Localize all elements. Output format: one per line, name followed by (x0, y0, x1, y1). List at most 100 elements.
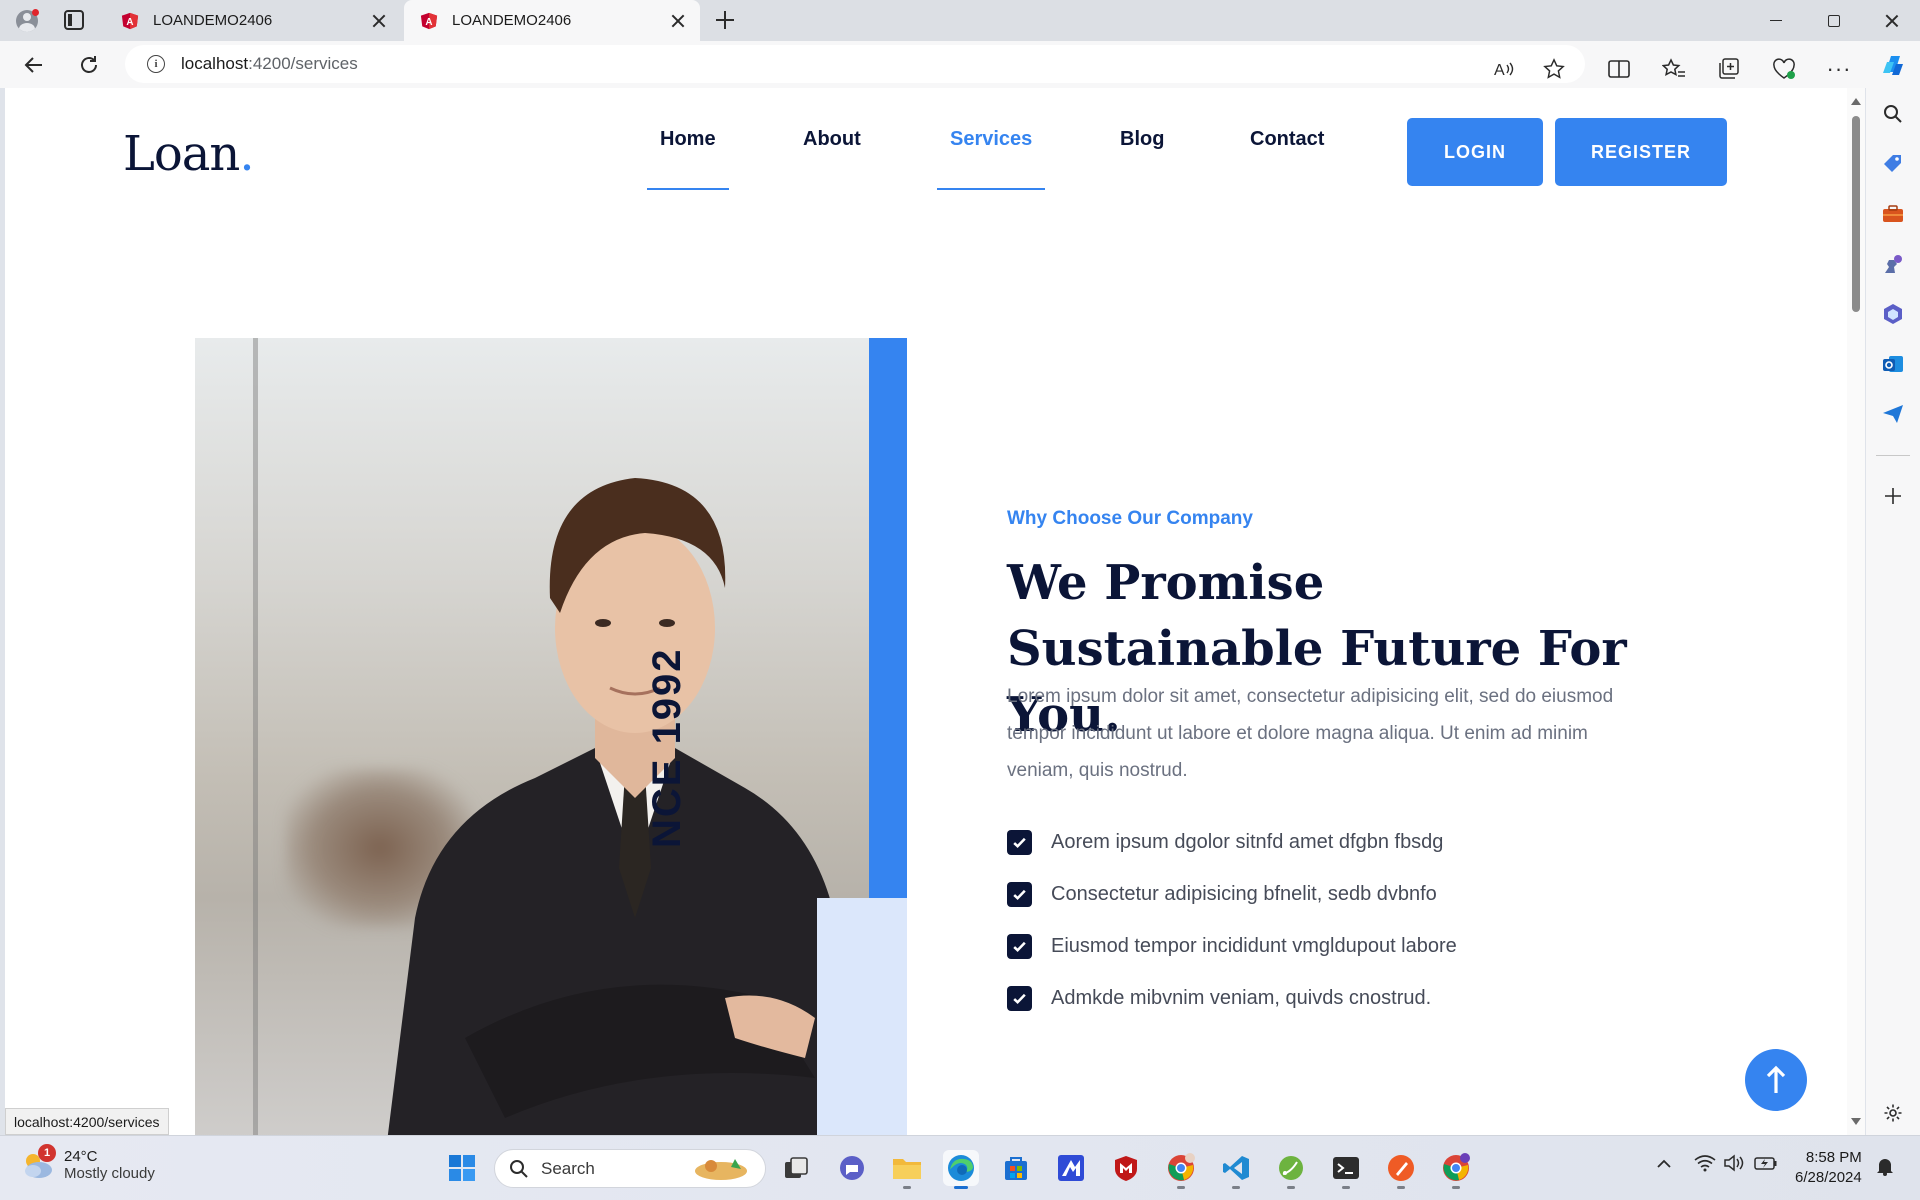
power-automate-icon[interactable] (1053, 1150, 1089, 1186)
tab-close-icon[interactable] (668, 11, 688, 31)
cloud-sun-icon: 1 (20, 1144, 56, 1180)
browser-tab-active[interactable]: A LOANDEMO2406 (404, 0, 700, 41)
since-year-label: NCE 1992 (645, 647, 689, 848)
copilot-icon[interactable] (1879, 51, 1907, 79)
mcafee-icon[interactable] (1108, 1150, 1144, 1186)
profile-avatar-icon[interactable] (12, 6, 42, 36)
windows-start-icon[interactable] (444, 1150, 480, 1186)
restore-window-button[interactable] (1806, 0, 1862, 41)
arrow-up-icon (1766, 1065, 1786, 1093)
clock-time: 8:58 PM (1805, 1149, 1862, 1166)
volume-icon[interactable] (1723, 1154, 1745, 1176)
add-icon[interactable] (1879, 482, 1907, 510)
weather-badge: 1 (38, 1144, 56, 1162)
nav-blog[interactable]: Blog (1120, 128, 1164, 151)
sidebar-divider (1876, 455, 1910, 456)
show-hidden-icons-chevron-icon[interactable] (1656, 1156, 1672, 1173)
teams-chat-icon[interactable] (834, 1150, 870, 1186)
file-explorer-icon[interactable] (889, 1150, 925, 1189)
refresh-icon[interactable] (74, 50, 104, 80)
checkmark-icon (1007, 829, 1032, 855)
checklist-item: Eiusmod tempor incididunt vmgldupout lab… (1007, 920, 1457, 972)
tab-title: LOANDEMO2406 (153, 12, 273, 29)
angular-favicon-icon: A (121, 12, 139, 30)
shopping-tag-icon[interactable] (1879, 150, 1907, 178)
nav-services[interactable]: Services (950, 128, 1032, 151)
vscode-icon[interactable] (1218, 1150, 1254, 1189)
scroll-to-top-button[interactable] (1745, 1049, 1807, 1111)
weather-desc: Mostly cloudy (64, 1165, 155, 1182)
businessman-photo (195, 338, 907, 1135)
checklist-item: Admkde mibvnim veniam, quivds cnostrud. (1007, 972, 1457, 1024)
address-bar[interactable]: i localhost:4200/services (125, 45, 1585, 83)
microsoft-365-icon[interactable] (1879, 300, 1907, 328)
spring-tools-icon[interactable] (1273, 1150, 1309, 1189)
tools-briefcase-icon[interactable] (1879, 200, 1907, 228)
svg-text:A: A (126, 17, 133, 28)
page-scrollbar[interactable] (1847, 88, 1865, 1135)
logo-text: Loan (123, 126, 240, 182)
browser-tab[interactable]: A LOANDEMO2406 (105, 0, 401, 41)
chrome-icon[interactable] (1438, 1150, 1474, 1189)
nav-services-underline (937, 188, 1045, 190)
nav-home-label: Home (660, 128, 716, 150)
svg-text:A: A (425, 17, 432, 28)
postman-icon[interactable] (1383, 1150, 1419, 1189)
search-icon[interactable] (1879, 100, 1907, 128)
new-tab-icon[interactable] (714, 9, 736, 31)
checklist-item: Consectetur adipisicing bfnelit, sedb dv… (1007, 868, 1457, 920)
send-icon[interactable] (1879, 400, 1907, 428)
nav-contact[interactable]: Contact (1250, 128, 1324, 151)
battery-icon[interactable] (1754, 1154, 1778, 1176)
site-info-icon[interactable]: i (147, 55, 165, 73)
wifi-icon[interactable] (1694, 1154, 1716, 1176)
svg-text:A: A (1494, 62, 1505, 79)
site-logo[interactable]: Loan. (123, 126, 255, 182)
checklist-text: Aorem ipsum dgolor sitnfd amet dfgbn fbs… (1051, 830, 1444, 853)
collections-icon[interactable] (1714, 54, 1744, 84)
back-arrow-icon[interactable] (19, 50, 49, 80)
light-strip (817, 898, 907, 1135)
browser-essentials-icon[interactable] (1769, 54, 1799, 84)
browser-toolbar: i localhost:4200/services A ··· (0, 41, 1920, 88)
favorites-list-icon[interactable] (1659, 54, 1689, 84)
minimize-window-button[interactable] (1748, 0, 1804, 41)
close-window-button[interactable] (1864, 0, 1920, 41)
scroll-down-arrow-icon[interactable] (1851, 1118, 1861, 1125)
tab-actions-icon[interactable] (64, 10, 84, 30)
register-button[interactable]: REGISTER (1555, 118, 1727, 186)
nav-about-label: About (803, 128, 861, 150)
checkmark-icon (1007, 985, 1032, 1011)
edge-browser-icon[interactable] (943, 1150, 979, 1189)
more-menu-icon[interactable]: ··· (1824, 54, 1854, 84)
person-illustration (387, 478, 863, 1135)
checklist-item: Aorem ipsum dgolor sitnfd amet dfgbn fbs… (1007, 816, 1457, 868)
nav-services-label: Services (950, 128, 1033, 150)
weather-widget[interactable]: 1 24°C Mostly cloudy (20, 1144, 155, 1182)
tab-close-icon[interactable] (369, 11, 389, 31)
login-button[interactable]: LOGIN (1407, 118, 1543, 186)
task-view-icon[interactable] (778, 1150, 814, 1186)
taskbar-search[interactable]: Search (494, 1149, 766, 1188)
settings-gear-icon[interactable] (1879, 1099, 1907, 1127)
scroll-up-arrow-icon[interactable] (1851, 98, 1861, 105)
games-icon[interactable] (1879, 250, 1907, 278)
windows-taskbar: 1 24°C Mostly cloudy Search 8:58 PM 6/28… (0, 1135, 1920, 1200)
status-bar-url: localhost:4200/services (5, 1108, 169, 1135)
outlook-icon[interactable] (1879, 350, 1907, 378)
chrome-profile-icon[interactable] (1163, 1150, 1199, 1189)
terminal-icon[interactable] (1328, 1150, 1364, 1189)
nav-about[interactable]: About (803, 128, 861, 151)
checklist-text: Eiusmod tempor incididunt vmgldupout lab… (1051, 934, 1457, 957)
nav-home-underline (647, 188, 729, 190)
scrollbar-thumb[interactable] (1852, 116, 1860, 312)
favorite-star-icon[interactable] (1539, 54, 1569, 84)
split-screen-icon[interactable] (1604, 54, 1634, 84)
tab-title: LOANDEMO2406 (452, 12, 572, 29)
microsoft-store-icon[interactable] (998, 1150, 1034, 1186)
taskbar-clock[interactable]: 8:58 PM 6/28/2024 (1795, 1148, 1862, 1188)
read-aloud-icon[interactable]: A (1489, 54, 1519, 84)
notifications-bell-icon[interactable] (1876, 1156, 1894, 1180)
checklist-text: Admkde mibvnim veniam, quivds cnostrud. (1051, 986, 1432, 1009)
nav-home[interactable]: Home (660, 128, 716, 151)
